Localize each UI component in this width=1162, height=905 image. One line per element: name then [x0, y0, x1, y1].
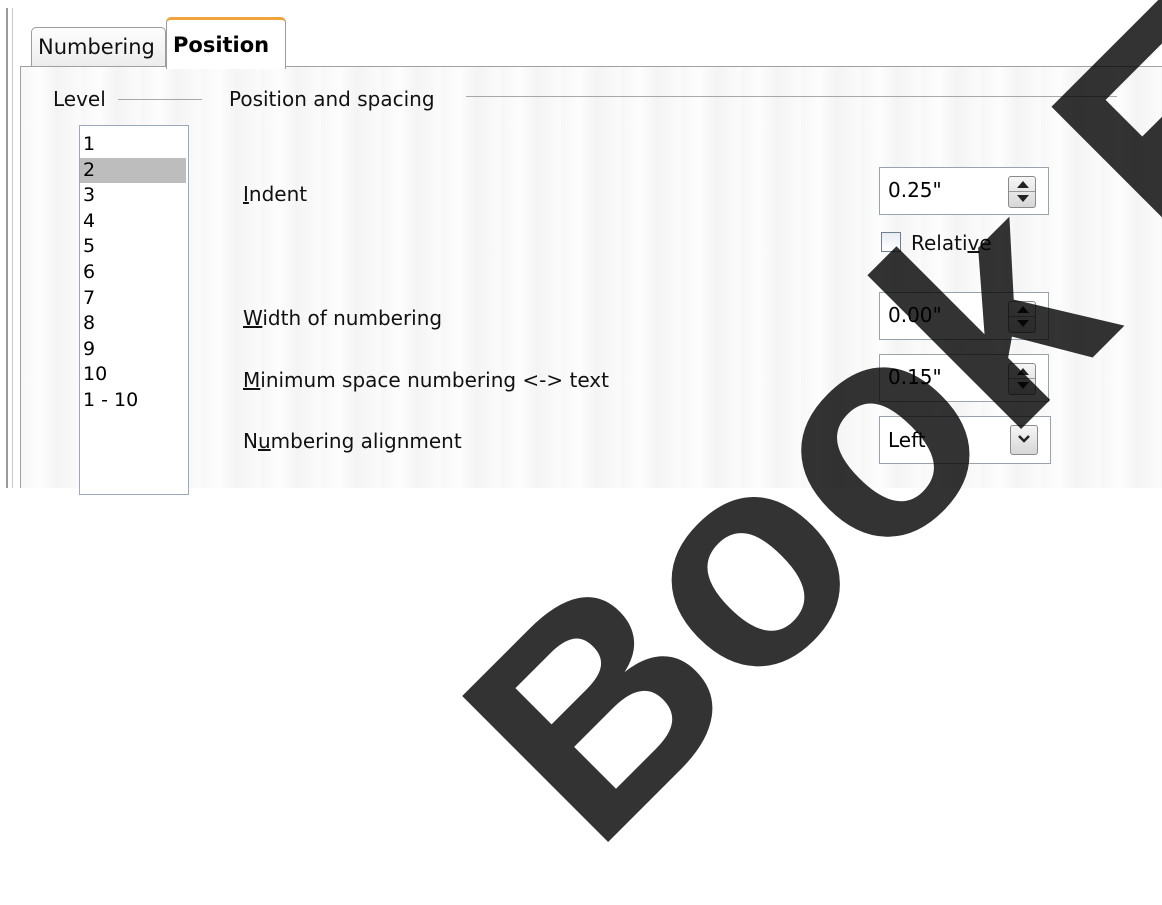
tab-position[interactable]: Position	[166, 17, 286, 69]
level-item-3[interactable]: 3	[80, 183, 186, 209]
level-item-9[interactable]: 9	[80, 337, 186, 363]
width-of-numbering-label: Width of numbering	[243, 306, 443, 330]
level-item-7[interactable]: 7	[80, 286, 186, 312]
level-group-title: Level	[53, 87, 106, 111]
spin-down-button[interactable]	[1009, 317, 1035, 332]
relative-label: Relative	[911, 231, 992, 255]
numbering-alignment-value: Left	[888, 428, 926, 452]
spin-down-button[interactable]	[1009, 379, 1035, 394]
width-of-numbering-spinfield[interactable]: 0.00"	[879, 292, 1049, 340]
spin-up-button[interactable]	[1009, 364, 1035, 379]
indent-value: 0.25"	[888, 178, 942, 202]
relative-checkbox[interactable]	[881, 232, 901, 252]
level-item-1[interactable]: 1	[80, 132, 186, 158]
numbering-alignment-select[interactable]: Left	[879, 416, 1051, 464]
level-item-4[interactable]: 4	[80, 209, 186, 235]
level-item-2[interactable]: 2	[80, 157, 186, 184]
minimum-space-label: Minimum space numbering <-> text	[243, 368, 609, 392]
level-group-separator	[118, 99, 202, 100]
width-of-numbering-value: 0.00"	[888, 303, 942, 327]
position-spacing-group-title: Position and spacing	[229, 87, 435, 111]
chevron-down-icon[interactable]	[1010, 425, 1038, 455]
level-item-6[interactable]: 6	[80, 260, 186, 286]
numbering-alignment-label: Numbering alignment	[243, 429, 462, 453]
spin-up-button[interactable]	[1009, 177, 1035, 192]
dialog-border	[6, 8, 8, 488]
spin-up-down-icon[interactable]	[1008, 363, 1036, 395]
level-listbox[interactable]: 1 2 3 4 5 6 7 8 9 10 1 - 10	[79, 125, 189, 495]
level-item-10[interactable]: 10	[80, 362, 186, 388]
level-item-8[interactable]: 8	[80, 311, 186, 337]
spin-up-button[interactable]	[1009, 302, 1035, 317]
indent-spinfield[interactable]: 0.25"	[879, 167, 1049, 215]
minimum-space-spinfield[interactable]: 0.15"	[879, 354, 1049, 402]
tab-position-label: Position	[173, 33, 270, 57]
level-item-5[interactable]: 5	[80, 234, 186, 260]
spin-down-button[interactable]	[1009, 192, 1035, 207]
spin-up-down-icon[interactable]	[1008, 301, 1036, 333]
dialog-border-inner	[12, 8, 13, 488]
spin-up-down-icon[interactable]	[1008, 176, 1036, 208]
indent-label: Indent	[243, 182, 308, 206]
position-spacing-separator	[466, 96, 1117, 97]
level-item-1-10[interactable]: 1 - 10	[80, 388, 186, 414]
minimum-space-value: 0.15"	[888, 365, 942, 389]
tab-numbering[interactable]: Numbering	[31, 27, 166, 67]
tab-numbering-label: Numbering	[38, 35, 155, 59]
